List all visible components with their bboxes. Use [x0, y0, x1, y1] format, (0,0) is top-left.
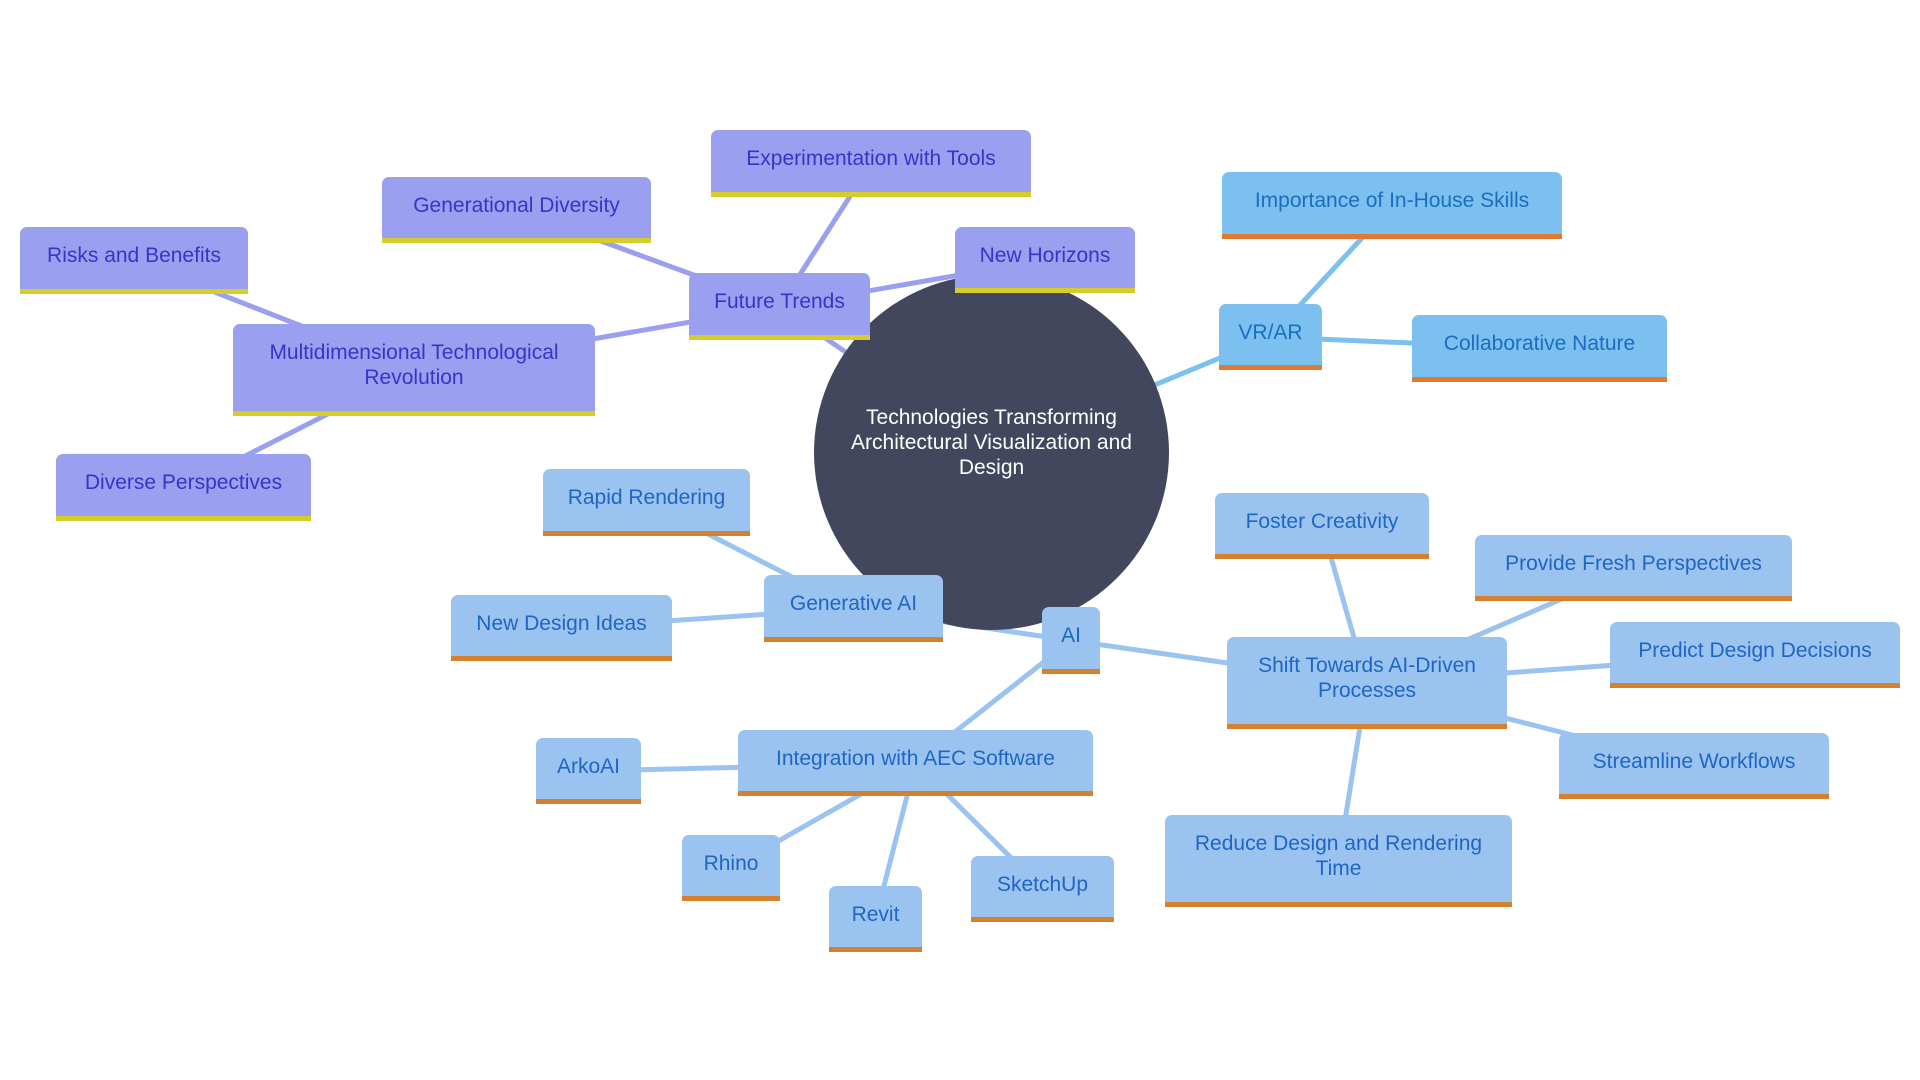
- node-arkoai[interactable]: ArkoAI: [536, 738, 641, 804]
- node-risks-and-benefits[interactable]: Risks and Benefits: [20, 227, 248, 294]
- node-new-design-ideas[interactable]: New Design Ideas: [451, 595, 672, 661]
- node-label: Future Trends: [714, 290, 845, 313]
- node-integration-with-aec-software[interactable]: Integration with AEC Software: [738, 730, 1093, 796]
- node-new-horizons[interactable]: New Horizons: [955, 227, 1135, 293]
- node-label: Shift Towards AI-Driven Processes: [1258, 654, 1476, 702]
- node-experimentation-with-tools[interactable]: Experimentation with Tools: [711, 130, 1031, 197]
- node-label: Multidimensional Technological Revolutio…: [269, 341, 559, 389]
- node-generational-diversity[interactable]: Generational Diversity: [382, 177, 651, 243]
- node-collaborative-nature[interactable]: Collaborative Nature: [1412, 315, 1667, 382]
- node-label: Foster Creativity: [1245, 509, 1399, 533]
- node-label: Streamline Workflows: [1592, 749, 1796, 773]
- node-label: Rapid Rendering: [567, 486, 726, 509]
- node-label: Provide Fresh Perspectives: [1505, 551, 1762, 575]
- node-generative-ai[interactable]: Generative AI: [764, 575, 943, 642]
- node-ai[interactable]: AI: [1042, 607, 1100, 674]
- node-label: Generational Diversity: [413, 193, 620, 217]
- node-label: Risks and Benefits: [47, 244, 221, 267]
- node-multidimensional-technological-revolution[interactable]: Multidimensional Technological Revolutio…: [233, 324, 595, 416]
- node-foster-creativity[interactable]: Foster Creativity: [1215, 493, 1429, 559]
- node-label: New Horizons: [979, 243, 1111, 267]
- node-label: AI: [1061, 624, 1081, 647]
- node-importance-of-in-house-skills[interactable]: Importance of In-House Skills: [1222, 172, 1562, 239]
- node-vr-ar[interactable]: VR/AR: [1219, 304, 1322, 370]
- node-provide-fresh-perspectives[interactable]: Provide Fresh Perspectives: [1475, 535, 1792, 601]
- node-label: Collaborative Nature: [1443, 332, 1636, 355]
- node-label: New Design Ideas: [476, 611, 647, 635]
- node-predict-design-decisions[interactable]: Predict Design Decisions: [1610, 622, 1900, 688]
- node-streamline-workflows[interactable]: Streamline Workflows: [1559, 733, 1829, 799]
- node-label: Integration with AEC Software: [776, 746, 1055, 770]
- node-label: ArkoAI: [556, 754, 621, 778]
- node-label: Rhino: [703, 851, 759, 875]
- node-shift-towards-ai-driven-processes[interactable]: Shift Towards AI-Driven Processes: [1227, 637, 1507, 729]
- node-label: Revit: [851, 902, 900, 926]
- root-node-label: Technologies Transforming Architectural …: [851, 406, 1132, 479]
- node-label: Importance of In-House Skills: [1254, 189, 1530, 212]
- node-sketchup[interactable]: SketchUp: [971, 856, 1114, 922]
- node-rhino[interactable]: Rhino: [682, 835, 780, 901]
- node-label: Experimentation with Tools: [746, 147, 996, 170]
- node-diverse-perspectives[interactable]: Diverse Perspectives: [56, 454, 311, 521]
- node-label: Predict Design Decisions: [1638, 638, 1872, 662]
- mindmap-canvas: Technologies Transforming Architectural …: [0, 0, 1920, 1080]
- node-revit[interactable]: Revit: [829, 886, 922, 952]
- node-label: Generative AI: [789, 592, 918, 615]
- node-label: Reduce Design and Rendering Time: [1194, 832, 1483, 880]
- node-reduce-design-and-rendering-time[interactable]: Reduce Design and Rendering Time: [1165, 815, 1512, 907]
- node-label: VR/AR: [1238, 320, 1303, 344]
- node-rapid-rendering[interactable]: Rapid Rendering: [543, 469, 750, 536]
- node-label: Diverse Perspectives: [84, 471, 283, 494]
- node-future-trends[interactable]: Future Trends: [689, 273, 870, 340]
- node-label: SketchUp: [996, 872, 1089, 896]
